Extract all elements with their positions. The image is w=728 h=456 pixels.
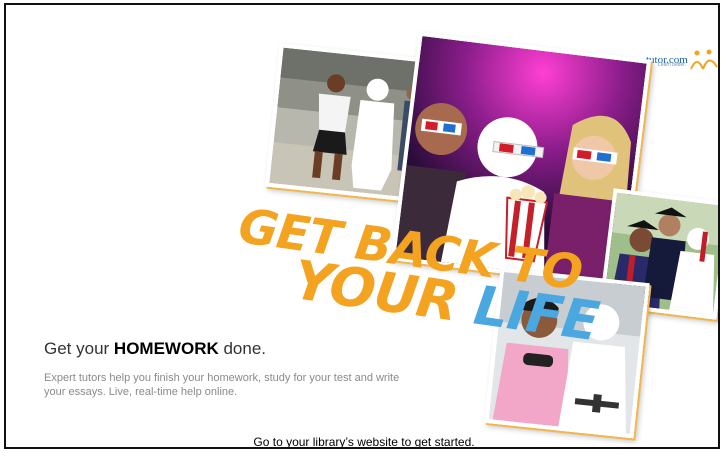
promo-title-prefix: Get your [44,339,114,358]
tutor-logo[interactable]: tutor.com Learn better. [646,49,718,71]
logo-tagline: Learn better. [658,62,687,68]
promo-title: Get your HOMEWORK done. [44,339,266,359]
promo-title-strong: HOMEWORK [113,339,219,358]
people-icon [689,49,718,70]
ad-frame[interactable]: tutor.com Learn better. GET BACK TO YOUR… [4,3,720,449]
cta-text[interactable]: Go to your library’s website to get star… [6,435,718,447]
promo-title-suffix: done. [218,339,267,358]
promo-description: Expert tutors help you finish your homew… [44,372,400,398]
